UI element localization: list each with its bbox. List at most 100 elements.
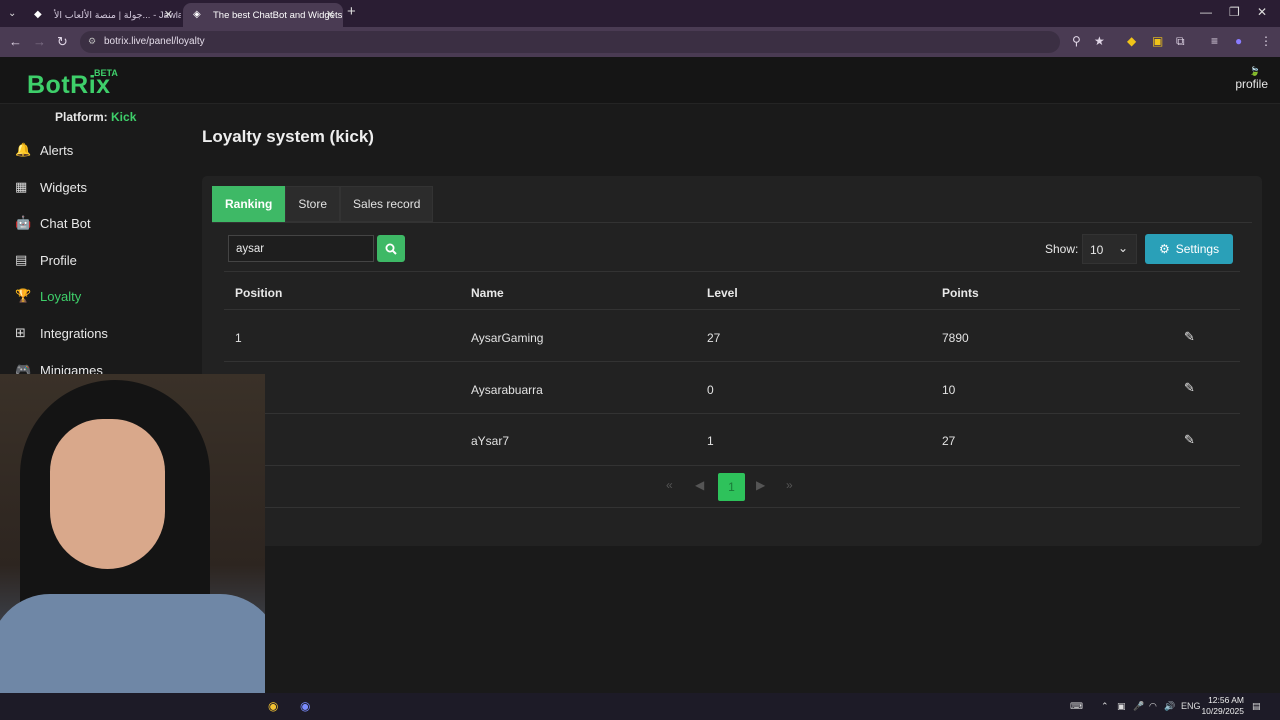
header-divider bbox=[224, 309, 1240, 310]
leaf-icon: 🍃 bbox=[1249, 66, 1261, 76]
url-field[interactable]: ⚙ botrix.live/panel/loyalty bbox=[80, 31, 1060, 53]
table-top-divider bbox=[224, 271, 1240, 272]
tray-app-icon[interactable]: ▣ bbox=[1117, 701, 1126, 712]
sidebar-item-widgets[interactable]: ▦ Widgets bbox=[15, 172, 180, 202]
minimize-icon[interactable]: — bbox=[1200, 5, 1212, 19]
tab-sales-record[interactable]: Sales record bbox=[340, 186, 434, 222]
sidebar-item-label: Profile bbox=[40, 252, 77, 268]
app-taskbar-icon[interactable]: ◉ bbox=[300, 699, 310, 713]
back-icon[interactable]: ← bbox=[9, 34, 22, 49]
reload-icon[interactable]: ↻ bbox=[57, 34, 68, 50]
edit-pencil-icon[interactable]: ✎ bbox=[1184, 380, 1195, 396]
new-tab-button[interactable]: + bbox=[347, 3, 356, 20]
page-size-select[interactable]: 10 ⌄ bbox=[1082, 234, 1137, 264]
page-button-current[interactable]: 1 bbox=[718, 473, 745, 501]
jawlah-favicon-icon: ◆ bbox=[34, 9, 42, 20]
address-bar-row: ← → ↻ ⚙ botrix.live/panel/loyalty ⚲ ★ ◆ … bbox=[0, 27, 1280, 57]
pager-divider bbox=[224, 507, 1240, 508]
profile-avatar-icon[interactable]: ● bbox=[1235, 34, 1242, 48]
media-control-icon[interactable]: ≡ bbox=[1211, 34, 1218, 48]
cell-level: 1 bbox=[707, 434, 714, 448]
browser-tab-botrix[interactable]: ◈ The best ChatBot and Widgets ✕ bbox=[183, 3, 343, 27]
notification-icon[interactable]: ▤ bbox=[1252, 701, 1261, 712]
cell-name: AysarGaming bbox=[471, 331, 544, 345]
column-header-points: Points bbox=[942, 286, 979, 300]
edit-pencil-icon[interactable]: ✎ bbox=[1184, 329, 1195, 345]
sidebar-item-label: Integrations bbox=[40, 325, 108, 341]
last-page-icon[interactable]: » bbox=[786, 478, 793, 492]
sidebar-item-label: Widgets bbox=[40, 179, 87, 195]
zoom-icon[interactable]: ⚲ bbox=[1072, 34, 1081, 48]
browser-menu-icon[interactable]: ⋮ bbox=[1260, 34, 1272, 48]
cell-name: aYsar7 bbox=[471, 434, 510, 448]
platform-label: Platform: bbox=[55, 110, 108, 124]
webcam-person-face bbox=[50, 419, 165, 569]
sidebar-item-integrations[interactable]: ⊞ Integrations bbox=[15, 318, 180, 348]
browser-tab-jawlah[interactable]: ◆ جولة | منصة الألعاب الأ... - Jawlah ✕ bbox=[24, 3, 181, 27]
close-tab-icon[interactable]: ✕ bbox=[326, 8, 335, 21]
extension-badge-icon[interactable]: ◆ bbox=[1127, 34, 1136, 48]
chevron-down-icon: ⌄ bbox=[1117, 241, 1128, 255]
clock-date: 10/29/2025 bbox=[1201, 706, 1244, 716]
integration-icon: ⊞ bbox=[15, 325, 26, 340]
microphone-icon[interactable]: 🎤 bbox=[1133, 701, 1144, 712]
previous-page-icon[interactable]: ◀ bbox=[695, 478, 704, 492]
sidebar-item-alerts[interactable]: 🔔 Alerts bbox=[15, 135, 180, 165]
cell-level: 27 bbox=[707, 331, 721, 345]
search-icon bbox=[385, 243, 397, 255]
row-divider bbox=[224, 361, 1240, 362]
column-header-name: Name bbox=[471, 286, 504, 300]
sidebar-item-profile[interactable]: ▤ Profile bbox=[15, 245, 180, 275]
page-title: Loyalty system (kick) bbox=[202, 127, 374, 146]
edit-pencil-icon[interactable]: ✎ bbox=[1184, 432, 1195, 448]
tab-store[interactable]: Store bbox=[285, 186, 341, 222]
id-card-icon: ▤ bbox=[15, 252, 28, 267]
search-button[interactable] bbox=[377, 235, 405, 262]
settings-label: Settings bbox=[1175, 242, 1220, 256]
sidebar-item-label: Chat Bot bbox=[40, 215, 91, 231]
browser-tab-title: The best ChatBot and Widgets bbox=[213, 9, 343, 21]
robot-icon: 🤖 bbox=[15, 215, 32, 230]
windows-taskbar: ◉ ◉ ⌨ ⌃ ▣ 🎤 ◠ 🔊 ENG 12:56 AM 10/29/2025 … bbox=[0, 693, 1280, 720]
browser-tab-title: جولة | منصة الألعاب الأ... - Jawlah bbox=[54, 9, 181, 21]
sidebar-item-chat-bot[interactable]: 🤖 Chat Bot bbox=[15, 208, 180, 238]
site-info-icon[interactable]: ⚙ bbox=[88, 36, 96, 47]
first-page-icon[interactable]: « bbox=[666, 478, 673, 492]
next-page-icon[interactable]: ▶ bbox=[756, 478, 765, 492]
platform-value: Kick bbox=[111, 110, 137, 124]
search-input[interactable] bbox=[228, 235, 374, 262]
row-divider bbox=[224, 465, 1240, 466]
wifi-icon[interactable]: ◠ bbox=[1149, 701, 1157, 712]
volume-icon[interactable]: 🔊 bbox=[1164, 701, 1175, 712]
settings-button[interactable]: ⚙ Settings bbox=[1145, 234, 1233, 264]
bookmark-star-icon[interactable]: ★ bbox=[1094, 34, 1105, 48]
cell-level: 0 bbox=[707, 383, 714, 397]
chrome-taskbar-icon[interactable]: ◉ bbox=[268, 699, 278, 713]
sidebar-item-loyalty[interactable]: 🏆 Loyalty bbox=[15, 281, 180, 311]
browser-tab-bar: ⌄ ◆ جولة | منصة الألعاب الأ... - Jawlah … bbox=[0, 0, 1280, 27]
close-window-icon[interactable]: ✕ bbox=[1257, 5, 1267, 19]
profile-label: profile bbox=[1235, 77, 1268, 91]
profile-link[interactable]: 🍃 profile bbox=[1235, 66, 1268, 91]
tab-search-icon[interactable]: ⌄ bbox=[8, 8, 16, 19]
restore-icon[interactable]: ❐ bbox=[1229, 5, 1240, 19]
forward-icon[interactable]: → bbox=[33, 34, 46, 49]
webcam-overlay bbox=[0, 374, 265, 693]
language-indicator[interactable]: ENG bbox=[1181, 701, 1201, 711]
tray-chevron-up-icon[interactable]: ⌃ bbox=[1101, 701, 1109, 712]
keyboard-icon[interactable]: ⌨ bbox=[1070, 701, 1083, 712]
extension-icon[interactable]: ▣ bbox=[1152, 34, 1163, 48]
page-size-value: 10 bbox=[1090, 243, 1104, 257]
row-divider bbox=[224, 413, 1240, 414]
loyalty-tabs: Ranking Store Sales record bbox=[212, 186, 434, 222]
column-header-level: Level bbox=[707, 286, 738, 300]
webcam-person-jacket bbox=[0, 594, 265, 693]
taskbar-clock[interactable]: 12:56 AM 10/29/2025 bbox=[1201, 695, 1244, 717]
extensions-puzzle-icon[interactable]: ⧉ bbox=[1176, 34, 1185, 49]
bell-icon: 🔔 bbox=[15, 142, 32, 157]
trophy-icon: 🏆 bbox=[15, 288, 32, 303]
tab-ranking[interactable]: Ranking bbox=[212, 186, 286, 222]
close-tab-icon[interactable]: ✕ bbox=[164, 8, 173, 21]
widgets-grid-icon: ▦ bbox=[15, 179, 28, 194]
sidebar-item-label: Loyalty bbox=[40, 288, 82, 304]
